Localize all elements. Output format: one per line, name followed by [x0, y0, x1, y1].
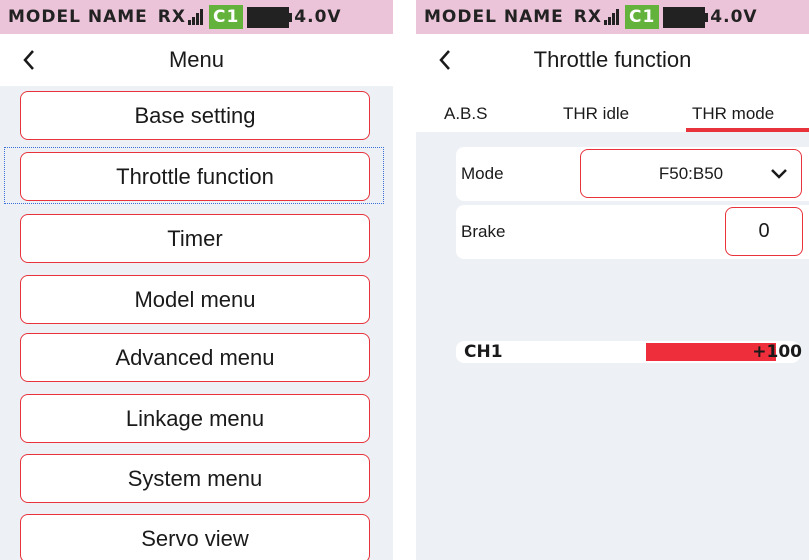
status-bar: MODEL NAME RX C1 4.0V [0, 0, 393, 34]
menu-list: Base setting Throttle function Timer Mod… [0, 86, 393, 560]
mode-value: F50:B50 [658, 163, 724, 183]
mode-label: Mode [461, 164, 504, 183]
menu-item-timer[interactable]: Timer [20, 214, 370, 263]
battery-icon [663, 6, 709, 28]
menu-screen: MODEL NAME RX C1 4.0V Menu Base setting … [0, 0, 393, 560]
brake-row: Brake 0 [456, 205, 809, 259]
channel-monitor: CH1 +100 [456, 341, 802, 363]
receiver-indicator: RX [574, 7, 619, 27]
mode-row: Mode F50:B50 [456, 147, 809, 201]
page-title: Throttle function [533, 47, 692, 72]
tab-bar: A.B.S THR idle THR mode [416, 86, 809, 132]
channel-label: CH1 [464, 342, 503, 362]
status-bar: MODEL NAME RX C1 4.0V [416, 0, 809, 34]
battery-voltage: 4.0V [294, 7, 342, 27]
signal-bars-icon [603, 9, 619, 25]
title-bar: Menu [0, 34, 393, 86]
signal-bars-icon [187, 9, 203, 25]
throttle-function-screen: MODEL NAME RX C1 4.0V Throttle function … [416, 0, 809, 560]
tab-abs[interactable]: A.B.S [444, 104, 487, 124]
tab-thr-mode[interactable]: THR mode [692, 104, 774, 124]
model-name: MODEL NAME [8, 7, 148, 27]
channel-badge: C1 [208, 5, 244, 29]
menu-item-advanced-menu[interactable]: Advanced menu [20, 333, 370, 382]
model-name: MODEL NAME [424, 7, 564, 27]
battery-icon [247, 6, 293, 28]
brake-label: Brake [461, 222, 506, 241]
chevron-left-icon[interactable] [434, 48, 456, 72]
receiver-indicator: RX [158, 7, 203, 27]
rx-label: RX [157, 7, 186, 27]
title-bar: Throttle function [416, 34, 809, 86]
menu-item-linkage-menu[interactable]: Linkage menu [20, 394, 370, 443]
channel-badge: C1 [624, 5, 660, 29]
mode-select[interactable]: F50:B50 [580, 149, 802, 198]
menu-item-system-menu[interactable]: System menu [20, 454, 370, 503]
rx-label: RX [573, 7, 602, 27]
chevron-down-icon [771, 169, 787, 179]
battery-voltage: 4.0V [710, 7, 758, 27]
brake-input[interactable]: 0 [725, 207, 803, 256]
menu-item-model-menu[interactable]: Model menu [20, 275, 370, 324]
menu-item-servo-view[interactable]: Servo view [20, 514, 370, 560]
menu-item-throttle-function[interactable]: Throttle function [20, 152, 370, 201]
tab-content: A.B.S THR idle THR mode Mode F50:B50 Bra… [416, 86, 809, 560]
menu-item-base-setting[interactable]: Base setting [20, 91, 370, 140]
active-tab-indicator [686, 128, 809, 132]
chevron-left-icon[interactable] [18, 48, 40, 72]
tab-thr-idle[interactable]: THR idle [563, 104, 629, 124]
page-title: Menu [168, 47, 225, 72]
channel-value: +100 [752, 342, 802, 362]
